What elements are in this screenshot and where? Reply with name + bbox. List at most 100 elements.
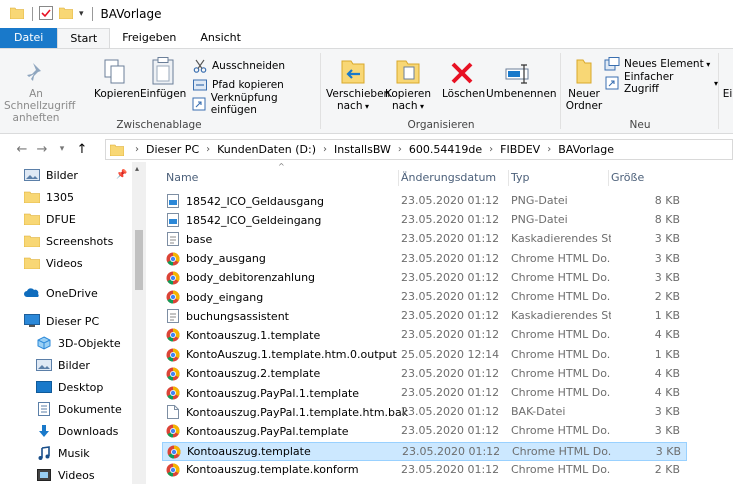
table-row[interactable]: Kontoauszug.PayPal.template 23.05.2020 01… <box>162 422 687 441</box>
file-date: 23.05.2020 01:12 <box>401 386 500 399</box>
chrome-html-icon <box>166 367 180 381</box>
table-row[interactable]: KontoAuszug.1.template.htm.0.output 25.05… <box>162 346 687 365</box>
new-folder-button[interactable]: Neuer Ordner <box>564 55 604 112</box>
file-name: 18542_ICO_Geldausgang <box>186 194 325 208</box>
table-row[interactable]: Kontoauszug.2.template 23.05.2020 01:12 Ch… <box>162 365 687 384</box>
rename-button[interactable]: Umbenennen <box>486 55 557 100</box>
table-row[interactable]: base 23.05.2020 01:12 Kaskadierendes St...… <box>162 230 687 249</box>
nav-item-3d-objects[interactable]: 3D-Objekte <box>36 332 121 354</box>
ribbon: An Schnellzugriff anheften Kopieren Einf… <box>0 48 733 134</box>
properties-check-icon[interactable] <box>39 5 53 23</box>
paste-shortcut-button[interactable]: Verknüpfung einfügen <box>192 92 318 116</box>
chevron-down-icon[interactable]: ▾ <box>79 9 84 19</box>
onedrive-icon <box>24 286 40 300</box>
file-list: ^ Name Änderungsdatum Typ Größe 18542_IC… <box>150 162 733 484</box>
nav-item-videos-pinned[interactable]: Videos <box>24 252 83 274</box>
file-date: 23.05.2020 01:12 <box>401 290 500 303</box>
nav-scrollbar[interactable]: ▴ <box>132 162 146 484</box>
new-folder-icon[interactable] <box>58 7 74 22</box>
file-name-cell: Kontoauszug.template.konform <box>166 463 359 477</box>
nav-item-onedrive[interactable]: OneDrive <box>24 282 98 304</box>
breadcrumb-version[interactable]: 600.54419de <box>409 143 482 156</box>
new-folder-icon <box>564 55 604 85</box>
breadcrumb-drive[interactable]: KundenDaten (D:) <box>217 143 316 156</box>
file-date: 25.05.2020 12:14 <box>401 347 500 361</box>
crumb-chevron-icon[interactable]: › <box>135 144 139 155</box>
tab-start[interactable]: Start <box>57 28 111 48</box>
nav-item-downloads[interactable]: Downloads <box>36 420 118 442</box>
table-row[interactable]: Kontoauszug.PayPal.1.template 23.05.2020 … <box>162 384 687 403</box>
copy-to-button[interactable]: Kopieren nach ▾ <box>382 55 434 113</box>
table-row[interactable]: Kontoauszug.template.konform 23.05.2020 0… <box>162 461 687 480</box>
table-row[interactable]: 18542_ICO_Geldausgang 23.05.2020 01:12 PNG… <box>162 192 687 211</box>
nav-item-bilder[interactable]: Bilder <box>36 354 90 376</box>
table-row[interactable]: body_eingang 23.05.2020 01:12 Chrome HTML … <box>162 288 687 307</box>
column-header-date[interactable]: Änderungsdatum <box>399 170 509 186</box>
3d-objects-icon <box>36 336 52 350</box>
nav-scroll-thumb[interactable] <box>135 230 143 290</box>
crumb-chevron-icon[interactable]: › <box>206 144 210 155</box>
crumb-chevron-icon[interactable]: › <box>489 144 493 155</box>
crumb-chevron-icon[interactable]: › <box>398 144 402 155</box>
nav-item-desktop[interactable]: Desktop <box>36 376 103 398</box>
breadcrumb-installsbw[interactable]: InstallsBW <box>334 143 391 156</box>
table-row[interactable]: Kontoauszug.template 23.05.2020 01:12 Chro… <box>162 441 687 461</box>
up-arrow-icon[interactable]: ↑ <box>72 142 92 157</box>
easy-access-button[interactable]: Einfacher Zugriff ▾ <box>604 71 718 95</box>
table-row[interactable]: Kontoauszug.1.template 23.05.2020 01:12 Ch… <box>162 326 687 345</box>
file-name: body_eingang <box>186 290 264 304</box>
file-name: body_ausgang <box>186 252 266 266</box>
back-arrow-icon[interactable]: ← <box>12 142 32 157</box>
chrome-html-icon <box>166 463 180 477</box>
file-name: buchungsassistent <box>186 309 289 323</box>
file-name-cell: Kontoauszug.1.template <box>166 328 320 342</box>
nav-item-documents[interactable]: Dokumente <box>36 398 122 420</box>
file-name-cell: Kontoauszug.PayPal.template <box>166 424 349 438</box>
move-to-button[interactable]: Verschieben nach ▾ <box>326 55 390 113</box>
file-type: Chrome HTML Do... <box>511 366 611 380</box>
scroll-up-icon[interactable]: ▴ <box>135 164 139 173</box>
address-box[interactable]: › Dieser PC › KundenDaten (D:) › Install… <box>105 139 733 160</box>
column-header-size[interactable]: Größe <box>609 170 689 186</box>
pin-quick-access-button[interactable]: An Schnellzugriff anheften <box>4 55 75 124</box>
column-header-type[interactable]: Typ <box>509 170 609 186</box>
nav-item-screenshots[interactable]: Screenshots <box>24 230 113 252</box>
properties-button-partial[interactable]: Ei <box>722 88 733 100</box>
nav-item-this-pc[interactable]: Dieser PC <box>24 310 99 332</box>
tab-freigeben[interactable]: Freigeben <box>110 28 188 48</box>
table-row[interactable]: 18542_ICO_Geldeingang 23.05.2020 01:12 PNG… <box>162 211 687 230</box>
pin-icon <box>4 55 68 85</box>
tab-ansicht[interactable]: Ansicht <box>188 28 253 48</box>
breadcrumb-this-pc[interactable]: Dieser PC <box>146 143 199 156</box>
breadcrumb-bavorlage[interactable]: BAVorlage <box>558 143 614 156</box>
new-group-label: Neu <box>629 119 651 131</box>
crumb-chevron-icon[interactable]: › <box>323 144 327 155</box>
tab-datei[interactable]: Datei <box>0 28 58 48</box>
delete-x-icon <box>442 55 482 85</box>
cut-button[interactable]: Ausschneiden <box>192 57 285 75</box>
file-name: Kontoauszug.1.template <box>186 328 321 342</box>
column-header-name[interactable]: Name <box>162 170 399 186</box>
breadcrumb-fibdev[interactable]: FIBDEV <box>500 143 540 156</box>
nav-item-bilder-pinned[interactable]: Bilder 📌 <box>24 164 127 186</box>
nav-item-music[interactable]: Musik <box>36 442 90 464</box>
file-size: 8 KB <box>654 194 680 207</box>
table-row[interactable]: Kontoauszug.PayPal.1.template.htm.bak 23.… <box>162 403 687 422</box>
recent-locations-chevron-icon[interactable]: ▾ <box>52 144 72 154</box>
table-row[interactable]: buchungsassistent 23.05.2020 01:12 Kaskadi… <box>162 307 687 326</box>
table-row[interactable]: body_debitorenzahlung 23.05.2020 01:12 Chr… <box>162 269 687 288</box>
nav-item-dfue[interactable]: DFUE <box>24 208 76 230</box>
file-name: body_debitorenzahlung <box>186 271 316 285</box>
nav-item-1305[interactable]: 1305 <box>24 186 74 208</box>
table-row[interactable]: body_ausgang 23.05.2020 01:12 Chrome HTML … <box>162 250 687 269</box>
crumb-chevron-icon[interactable]: › <box>547 144 551 155</box>
copy-button[interactable]: Kopieren <box>94 55 140 100</box>
delete-button[interactable]: Löschen <box>442 55 485 100</box>
file-size: 2 KB <box>654 462 680 476</box>
title-bar: ▾ BAVorlage <box>0 0 733 28</box>
paste-button[interactable]: Einfügen <box>140 55 186 100</box>
forward-arrow-icon[interactable]: → <box>32 142 52 157</box>
folder-icon[interactable] <box>9 7 25 22</box>
nav-item-videos[interactable]: Videos <box>36 464 95 484</box>
organize-group: Verschieben nach ▾ Kopieren nach ▾ Lösch… <box>322 49 560 133</box>
